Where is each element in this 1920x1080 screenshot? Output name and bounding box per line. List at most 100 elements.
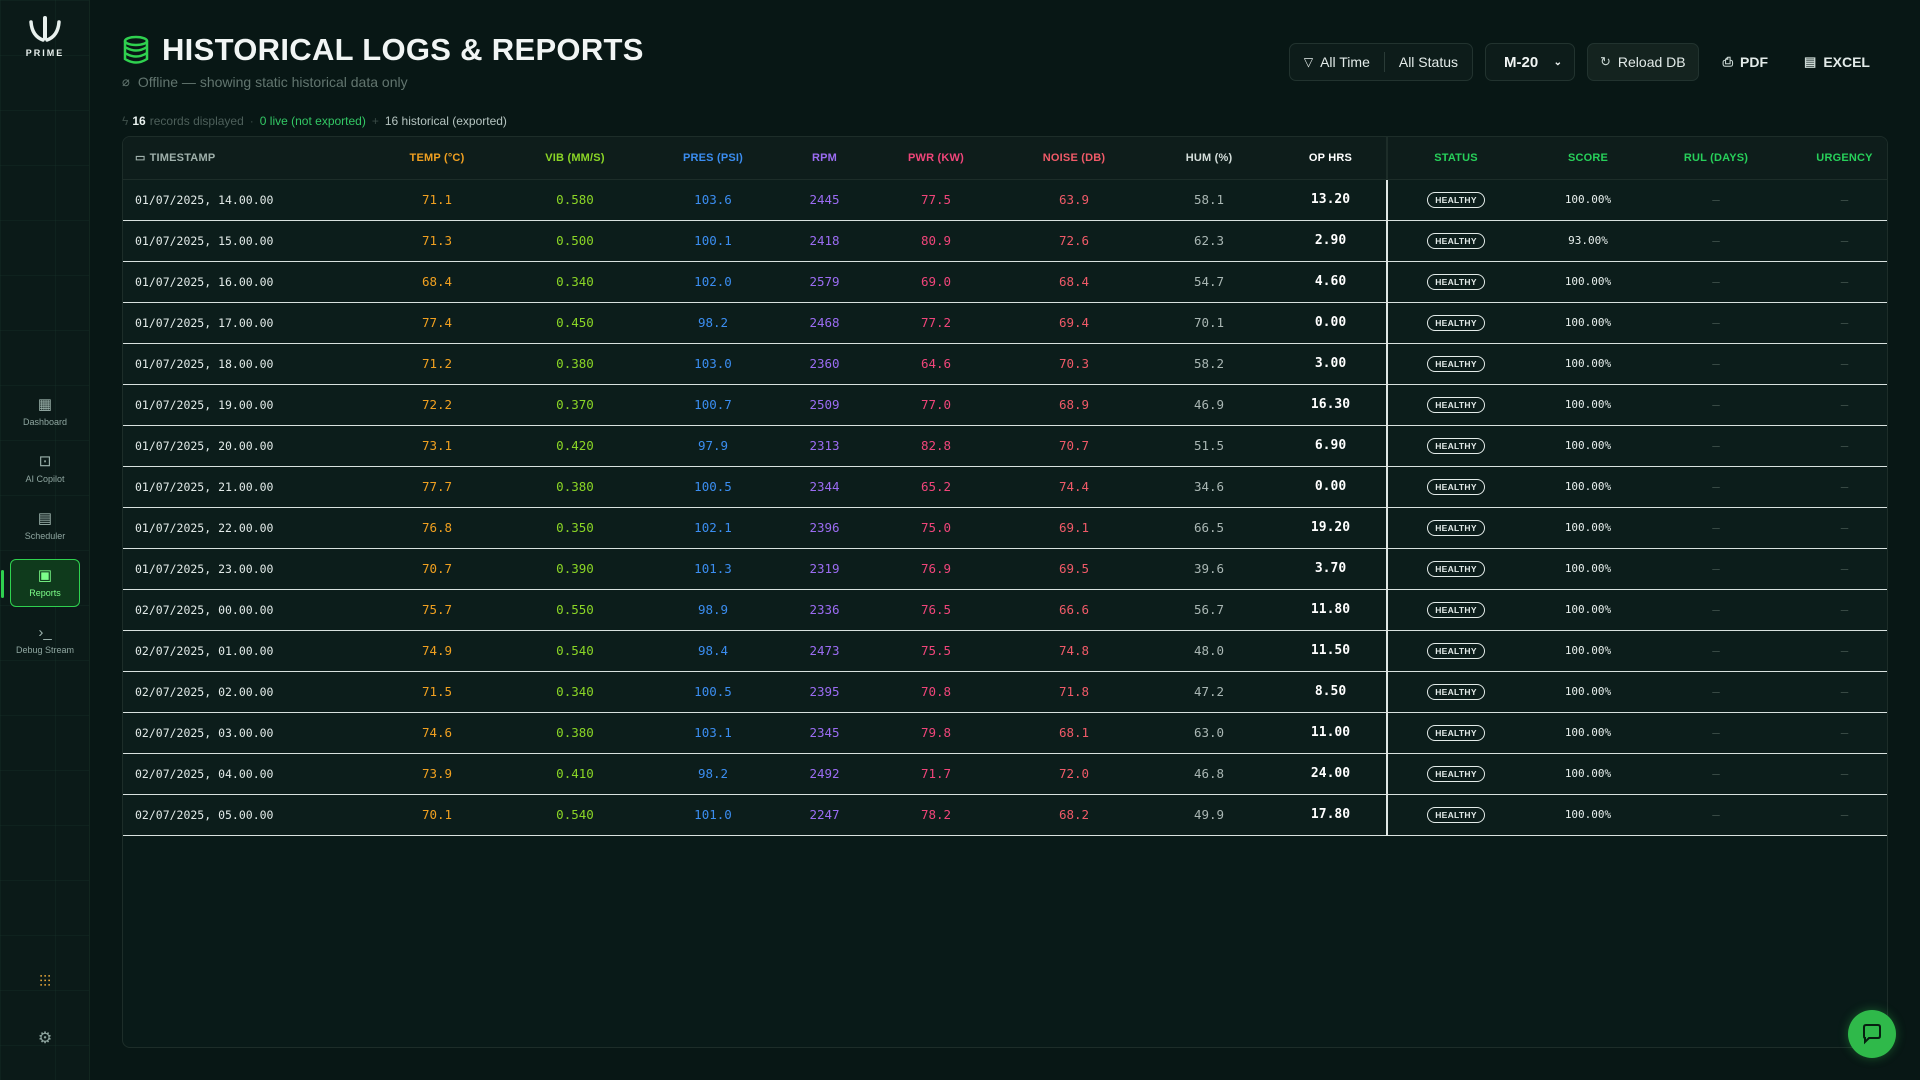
table-row[interactable]: 01/07/2025, 23.00.00 70.7 0.390 101.3 2319 76… [123, 548, 1887, 590]
cell-pres: 98.2 [644, 302, 782, 344]
table-row[interactable]: 01/07/2025, 19.00.00 72.2 0.370 100.7 2509 77… [123, 384, 1887, 426]
cell-pres: 103.0 [644, 343, 782, 385]
table-row[interactable]: 02/07/2025, 03.00.00 74.6 0.380 103.1 2345 79… [123, 712, 1887, 754]
cell-status: HEALTHY [1386, 507, 1524, 549]
table-row[interactable]: 02/07/2025, 04.00.00 73.9 0.410 98.2 2492 71.… [123, 753, 1887, 795]
col-op-hrs[interactable]: OP HRS [1275, 137, 1387, 180]
cell-noise: 63.9 [1005, 179, 1143, 221]
table-row[interactable]: 01/07/2025, 22.00.00 76.8 0.350 102.1 2396 75… [123, 507, 1887, 549]
excel-export-button[interactable]: ▤ EXCEL [1792, 43, 1882, 81]
status-badge: HEALTHY [1427, 479, 1485, 495]
sidebar-item-ai-copilot[interactable]: ⊡ AI Copilot [10, 445, 80, 493]
chat-icon [1863, 1024, 1881, 1045]
sidebar-item-dashboard[interactable]: ▦ Dashboard [10, 388, 80, 436]
live-count: 0 live (not exported) [259, 114, 366, 128]
cell-op-hrs: 24.00 [1275, 753, 1387, 795]
cell-noise: 68.2 [1005, 794, 1143, 836]
cell-score: 100.00% [1524, 384, 1652, 426]
col-vib[interactable]: VIB (MM/S) [506, 137, 644, 180]
cell-pres: 102.0 [644, 261, 782, 303]
cell-noise: 69.4 [1005, 302, 1143, 344]
cell-pwr: 71.7 [867, 753, 1005, 795]
cell-vib: 0.380 [506, 466, 644, 508]
sidebar-item-reports[interactable]: ▣ Reports [1, 559, 80, 607]
status-badge: HEALTHY [1427, 766, 1485, 782]
sidebar-item-debug-stream[interactable]: ›_ Debug Stream [10, 616, 80, 664]
col-urgency[interactable]: URGENCY [1780, 137, 1887, 180]
cell-urgency: – [1780, 343, 1887, 385]
cell-timestamp: 02/07/2025, 04.00.00 [123, 753, 368, 795]
col-hum[interactable]: HUM (%) [1143, 137, 1275, 180]
table-header-row: ▭ TIMESTAMP TEMP (°C) VIB (MM/S) PRES (PS… [123, 137, 1887, 180]
page-title: HISTORICAL LOGS & REPORTS [162, 32, 644, 67]
cell-op-hrs: 3.00 [1275, 343, 1387, 385]
calendar-icon: ▭ [135, 152, 146, 165]
pdf-export-button[interactable]: ⎙ PDF [1711, 43, 1780, 81]
col-noise[interactable]: NOISE (DB) [1005, 137, 1143, 180]
table-row[interactable]: 02/07/2025, 02.00.00 71.5 0.340 100.5 2395 70… [123, 671, 1887, 713]
cell-rul: – [1652, 261, 1780, 303]
cell-temp: 68.4 [368, 261, 506, 303]
cell-score: 100.00% [1524, 466, 1652, 508]
gear-icon[interactable]: ⚙ [0, 1028, 90, 1048]
table-row[interactable]: 02/07/2025, 05.00.00 70.1 0.540 101.0 2247 78… [123, 794, 1887, 836]
table-row[interactable]: 01/07/2025, 16.00.00 68.4 0.340 102.0 2579 69… [123, 261, 1887, 303]
brand-name: PRIME [25, 48, 65, 58]
brand-logo[interactable]: PRIME [24, 16, 66, 58]
cell-status: HEALTHY [1386, 261, 1524, 303]
table-row[interactable]: 01/07/2025, 18.00.00 71.2 0.380 103.0 2360 64… [123, 343, 1887, 385]
cell-urgency: – [1780, 671, 1887, 713]
sliders-icon[interactable]: ⫶⫶⫶ [0, 974, 90, 992]
table-row[interactable]: 02/07/2025, 01.00.00 74.9 0.540 98.4 2473 75.… [123, 630, 1887, 672]
cell-timestamp: 02/07/2025, 03.00.00 [123, 712, 368, 754]
cell-temp: 77.4 [368, 302, 506, 344]
sidebar: PRIME ▦ Dashboard ⊡ AI Copilot ▤ Schedul… [0, 0, 90, 1080]
col-temp[interactable]: TEMP (°C) [368, 137, 506, 180]
cell-hum: 46.9 [1143, 384, 1275, 426]
cell-urgency: – [1780, 261, 1887, 303]
cell-pwr: 75.5 [867, 630, 1005, 672]
status-filter[interactable]: All Status [1385, 44, 1472, 80]
table-row[interactable]: 01/07/2025, 14.00.00 71.1 0.580 103.6 2445 77… [123, 179, 1887, 221]
col-rul[interactable]: RUL (DAYS) [1652, 137, 1780, 180]
table-row[interactable]: 01/07/2025, 21.00.00 77.7 0.380 100.5 2344 65… [123, 466, 1887, 508]
cell-temp: 74.6 [368, 712, 506, 754]
cell-vib: 0.380 [506, 712, 644, 754]
col-timestamp[interactable]: ▭ TIMESTAMP [123, 137, 368, 180]
col-status[interactable]: STATUS [1386, 137, 1524, 180]
machine-select[interactable]: M-20 ⌄ [1485, 43, 1575, 81]
col-pres[interactable]: PRES (PSI) [644, 137, 782, 180]
table-row[interactable]: 01/07/2025, 15.00.00 71.3 0.500 100.1 2418 80… [123, 220, 1887, 262]
cell-rul: – [1652, 343, 1780, 385]
reload-db-label: Reload DB [1617, 54, 1686, 70]
activity-icon: ϟ [122, 114, 129, 128]
cell-rpm: 2336 [782, 589, 867, 631]
reload-db-button[interactable]: ↻ Reload DB [1587, 43, 1699, 81]
col-rpm[interactable]: RPM [782, 137, 867, 180]
cell-noise: 74.8 [1005, 630, 1143, 672]
cell-hum: 58.1 [1143, 179, 1275, 221]
calendar-icon: ▤ [37, 510, 53, 527]
database-icon [123, 35, 149, 64]
cell-urgency: – [1780, 179, 1887, 221]
cell-vib: 0.540 [506, 630, 644, 672]
cell-op-hrs: 11.50 [1275, 630, 1387, 672]
col-score[interactable]: SCORE [1524, 137, 1652, 180]
cell-urgency: – [1780, 220, 1887, 262]
table-row[interactable]: 01/07/2025, 17.00.00 77.4 0.450 98.2 2468 77.… [123, 302, 1887, 344]
cell-vib: 0.550 [506, 589, 644, 631]
time-filter[interactable]: ▽ All Time [1290, 44, 1384, 80]
cell-rul: – [1652, 589, 1780, 631]
chat-button[interactable] [1848, 1010, 1896, 1058]
cell-pres: 100.5 [644, 466, 782, 508]
col-pwr[interactable]: PWR (KW) [867, 137, 1005, 180]
sidebar-item-scheduler[interactable]: ▤ Scheduler [10, 502, 80, 550]
cell-status: HEALTHY [1386, 466, 1524, 508]
cell-temp: 73.9 [368, 753, 506, 795]
cell-noise: 70.7 [1005, 425, 1143, 467]
cell-hum: 70.1 [1143, 302, 1275, 344]
table-row[interactable]: 02/07/2025, 00.00.00 75.7 0.550 98.9 2336 76.… [123, 589, 1887, 631]
offline-notice: ⌀ Offline — showing static historical da… [122, 74, 644, 90]
cell-score: 100.00% [1524, 343, 1652, 385]
table-row[interactable]: 01/07/2025, 20.00.00 73.1 0.420 97.9 2313 82.… [123, 425, 1887, 467]
